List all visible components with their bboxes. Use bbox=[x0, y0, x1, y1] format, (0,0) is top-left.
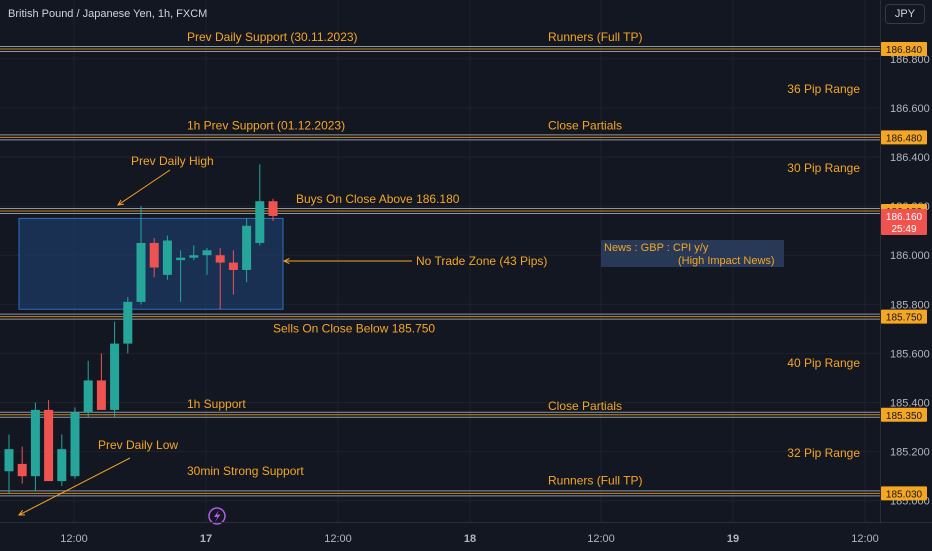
candle-up bbox=[136, 242, 146, 302]
runners-top-label: Runners (Full TP) bbox=[548, 30, 642, 44]
candle-down bbox=[44, 409, 54, 482]
prev-daily-high-label: Prev Daily High bbox=[131, 154, 214, 168]
candle-down bbox=[268, 201, 278, 216]
h1-prev-support-label: 1h Prev Support (01.12.2023) bbox=[187, 118, 345, 132]
candle-up bbox=[162, 240, 172, 275]
close-partials-top-label: Close Partials bbox=[548, 118, 622, 132]
prev-daily-high-arrow bbox=[117, 169, 171, 206]
no-trade-zone-label: No Trade Zone (43 Pips) bbox=[416, 254, 547, 268]
range-32-label: 32 Pip Range bbox=[787, 446, 860, 460]
price-chart[interactable]: 186.800186.600186.400186.200186.000185.8… bbox=[0, 0, 932, 550]
candle-up bbox=[70, 412, 80, 477]
candle-down bbox=[96, 380, 106, 410]
candle-up bbox=[110, 343, 120, 410]
candle-up bbox=[242, 225, 252, 270]
h1-support-label: 1h Support bbox=[187, 397, 246, 411]
range-40-label: 40 Pip Range bbox=[787, 356, 860, 370]
news-line-1: News : GBP : CPI y/y bbox=[604, 242, 709, 254]
range-36-label: 36 Pip Range bbox=[787, 82, 860, 96]
sells-on-close-label: Sells On Close Below 185.750 bbox=[273, 322, 435, 336]
candle-up bbox=[57, 449, 67, 482]
candle-up bbox=[4, 449, 14, 472]
candle-up bbox=[30, 409, 40, 477]
chart-area[interactable]: 186.800186.600186.400186.200186.000185.8… bbox=[0, 0, 932, 550]
candle-up bbox=[176, 257, 186, 261]
news-line-2: (High Impact News) bbox=[678, 255, 775, 267]
candle-up bbox=[202, 250, 212, 256]
prev-daily-low-label: Prev Daily Low bbox=[98, 438, 178, 452]
buys-on-close-label: Buys On Close Above 186.180 bbox=[296, 192, 460, 206]
candle-up bbox=[255, 201, 265, 243]
strong-support-30min-label: 30min Strong Support bbox=[187, 464, 304, 478]
candle-up bbox=[83, 380, 93, 413]
candle-down bbox=[215, 255, 225, 263]
candle-down bbox=[17, 463, 27, 477]
range-30-label: 30 Pip Range bbox=[787, 161, 860, 175]
candle-down bbox=[228, 262, 238, 270]
time-axis[interactable] bbox=[0, 522, 932, 551]
runners-bottom-label: Runners (Full TP) bbox=[548, 473, 642, 487]
candle-up bbox=[189, 255, 199, 258]
lightning-icon bbox=[214, 510, 221, 522]
candle-down bbox=[149, 242, 159, 268]
close-partials-bottom-label: Close Partials bbox=[548, 399, 622, 413]
symbol-title: British Pound / Japanese Yen, 1h, FXCM bbox=[8, 8, 208, 20]
price-axis[interactable] bbox=[880, 0, 932, 522]
candle-up bbox=[123, 301, 133, 344]
prev-daily-support-label: Prev Daily Support (30.11.2023) bbox=[187, 30, 358, 44]
